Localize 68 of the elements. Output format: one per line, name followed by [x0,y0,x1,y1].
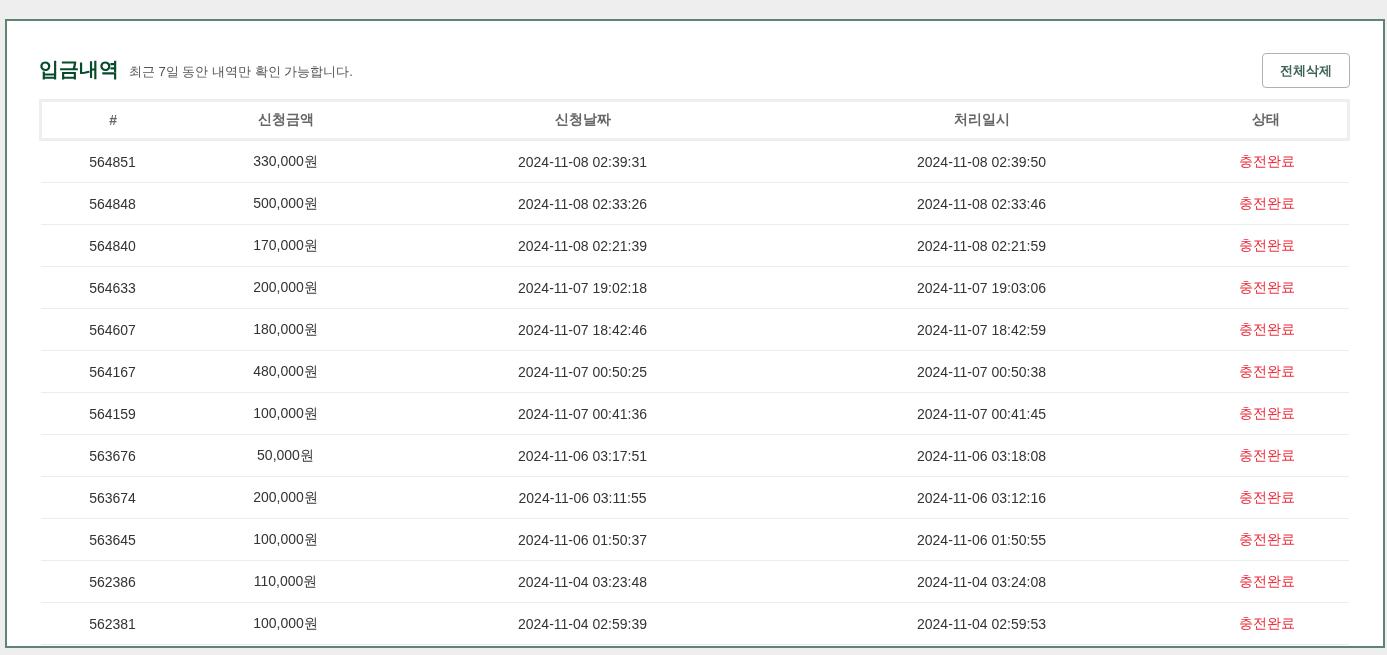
amount-cell: 200,000원 [184,266,387,309]
id-cell: 564840 [40,224,185,267]
status-cell: 충전완료 [1184,602,1349,645]
status-cell: 충전완료 [1184,266,1349,309]
amount-cell: 50,000원 [184,434,387,477]
request-date-cell: 2024-11-08 02:33:26 [386,182,779,225]
amount-cell: 100,000원 [184,392,387,435]
column-header: 상태 [1184,100,1349,140]
processed-date-cell: 2024-11-06 03:18:08 [778,434,1185,477]
amount-cell: 480,000원 [184,350,387,393]
status-cell: 충전완료 [1184,476,1349,519]
column-header: 처리일시 [778,100,1185,140]
id-cell: 564851 [40,139,185,183]
request-date-cell: 2024-11-07 19:02:18 [386,266,779,309]
status-cell: 충전완료 [1184,308,1349,351]
request-date-cell: 2024-11-06 01:50:37 [386,518,779,561]
processed-date-cell: 2024-11-06 01:50:55 [778,518,1185,561]
processed-date-cell: 2024-11-08 02:33:46 [778,182,1185,225]
request-date-cell: 2024-11-08 02:21:39 [386,224,779,267]
request-date-cell: 2024-11-06 03:11:55 [386,476,779,519]
delete-all-button[interactable]: 전체삭제 [1262,53,1350,88]
amount-cell: 200,000원 [184,476,387,519]
amount-cell: 500,000원 [184,182,387,225]
processed-date-cell: 2024-11-08 02:21:59 [778,224,1185,267]
request-date-cell: 2024-11-08 02:39:31 [386,139,779,183]
id-cell: 563676 [40,434,185,477]
processed-date-cell: 2024-11-04 02:59:53 [778,602,1185,645]
status-cell: 충전완료 [1184,560,1349,603]
id-cell: 564633 [40,266,185,309]
subtitle: 최근 7일 동안 내역만 확인 가능합니다. [129,63,353,81]
request-date-cell: 2024-11-07 00:50:25 [386,350,779,393]
request-date-cell: 2024-11-07 00:41:36 [386,392,779,435]
column-header: 신청날짜 [386,100,779,140]
id-cell: 564848 [40,182,185,225]
request-date-cell: 2024-11-06 03:17:51 [386,434,779,477]
request-date-cell: 2024-11-04 03:23:48 [386,560,779,603]
id-cell: 562386 [40,560,185,603]
processed-date-cell: 2024-11-06 03:12:16 [778,476,1185,519]
processed-date-cell: 2024-11-07 00:41:45 [778,392,1185,435]
processed-date-cell: 2024-11-07 19:03:06 [778,266,1185,309]
id-cell: 564167 [40,350,185,393]
processed-date-cell: 2024-11-08 02:39:50 [778,139,1185,183]
status-cell: 충전완료 [1184,518,1349,561]
request-date-cell: 2024-11-07 18:42:46 [386,308,779,351]
id-cell: 563645 [40,518,185,561]
status-cell: 충전완료 [1184,139,1349,183]
column-header: # [40,100,185,140]
amount-cell: 110,000원 [184,560,387,603]
amount-cell: 100,000원 [184,602,387,645]
status-cell: 충전완료 [1184,434,1349,477]
request-date-cell: 2024-11-04 02:59:39 [386,602,779,645]
status-cell: 충전완료 [1184,392,1349,435]
amount-cell: 100,000원 [184,518,387,561]
amount-cell: 180,000원 [184,308,387,351]
amount-cell: 170,000원 [184,224,387,267]
processed-date-cell: 2024-11-04 03:24:08 [778,560,1185,603]
id-cell: 564159 [40,392,185,435]
processed-date-cell: 2024-11-07 18:42:59 [778,308,1185,351]
page-title: 입금내역 [39,57,119,82]
id-cell: 562381 [40,602,185,645]
status-cell: 충전완료 [1184,182,1349,225]
id-cell: 564607 [40,308,185,351]
id-cell: 563674 [40,476,185,519]
status-cell: 충전완료 [1184,224,1349,267]
column-header: 신청금액 [184,100,387,140]
status-cell: 충전완료 [1184,350,1349,393]
amount-cell: 330,000원 [184,139,387,183]
processed-date-cell: 2024-11-07 00:50:38 [778,350,1185,393]
